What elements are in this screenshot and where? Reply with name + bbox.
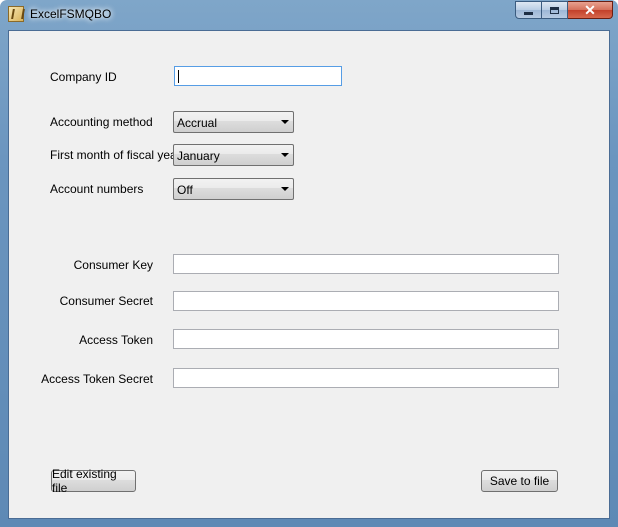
fiscal-month-label: First month of fiscal year (50, 148, 181, 162)
text-caret (178, 70, 179, 83)
window-controls: ✕ (515, 1, 613, 20)
consumer-key-input[interactable] (173, 254, 559, 274)
consumer-secret-label: Consumer Secret (59, 294, 153, 308)
form-area: Company ID Accounting method Accrual Fir… (8, 30, 610, 519)
title-bar[interactable]: ExcelFSMQBO ✕ (0, 0, 618, 28)
account-numbers-label: Account numbers (50, 182, 144, 196)
save-to-file-button[interactable]: Save to file (481, 470, 558, 492)
dropdown-arrow-icon (281, 153, 289, 157)
account-numbers-value: Off (177, 183, 193, 197)
edit-existing-file-button[interactable]: Edit existing file (51, 467, 136, 495)
consumer-key-label: Consumer Key (73, 258, 153, 272)
access-token-secret-label: Access Token Secret (41, 372, 153, 386)
minimize-icon (524, 11, 533, 15)
minimize-button[interactable] (515, 1, 542, 19)
maximize-icon (550, 6, 559, 14)
access-token-label: Access Token (79, 333, 153, 347)
close-button[interactable]: ✕ (568, 1, 613, 19)
company-id-input[interactable] (174, 66, 342, 86)
account-numbers-select[interactable]: Off (173, 178, 294, 200)
maximize-button[interactable] (542, 1, 568, 19)
close-icon: ✕ (584, 2, 596, 18)
company-id-label: Company ID (50, 70, 117, 84)
consumer-secret-input[interactable] (173, 291, 559, 311)
accounting-method-label: Accounting method (50, 115, 153, 129)
dropdown-arrow-icon (281, 120, 289, 124)
app-icon[interactable] (8, 6, 24, 22)
access-token-secret-input[interactable] (173, 368, 559, 388)
fiscal-month-value: January (177, 149, 220, 163)
accounting-method-value: Accrual (177, 116, 218, 130)
fiscal-month-select[interactable]: January (173, 144, 294, 166)
window-title: ExcelFSMQBO (30, 7, 112, 21)
app-window: ExcelFSMQBO ✕ Company ID Accounting meth… (0, 0, 618, 527)
dropdown-arrow-icon (281, 187, 289, 191)
access-token-input[interactable] (173, 329, 559, 349)
accounting-method-select[interactable]: Accrual (173, 111, 294, 133)
